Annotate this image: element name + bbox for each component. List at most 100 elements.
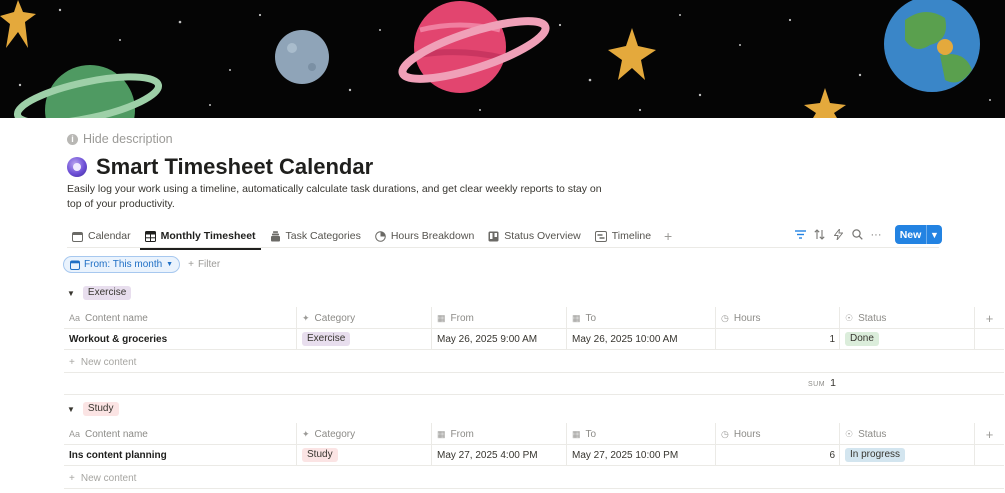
date-icon: ▦ xyxy=(437,428,446,439)
tab-task-categories[interactable]: Task Categories xyxy=(265,225,366,247)
add-property-icon[interactable]: + xyxy=(975,423,1004,445)
group-header-exercise[interactable]: ▼ Exercise xyxy=(67,286,132,300)
new-row-label: New content xyxy=(80,356,137,368)
hide-description-toggle[interactable]: i Hide description xyxy=(67,132,173,146)
column-header-hours[interactable]: ◷ Hours xyxy=(716,423,840,445)
date-icon: ▦ xyxy=(437,312,446,323)
more-options-icon[interactable]: ··· xyxy=(870,229,882,241)
column-header-to[interactable]: ▦ To xyxy=(567,307,716,329)
column-header-name[interactable]: Aa Content name xyxy=(64,307,297,329)
view-tabs: Calendar Monthly Timesheet Task Categori… xyxy=(67,225,676,250)
caret-down-icon[interactable]: ▼ xyxy=(67,405,75,414)
column-label: Hours xyxy=(733,312,761,324)
sum-divider xyxy=(64,394,1004,395)
table-row[interactable]: Ins content planning Study May 27, 2025 … xyxy=(64,444,1004,466)
filter-chip-from[interactable]: From: This month ▼ xyxy=(63,256,181,273)
new-row-content: + New content xyxy=(64,351,297,373)
cell-to[interactable]: May 26, 2025 10:00 AM xyxy=(567,328,716,350)
plus-icon: + xyxy=(188,259,194,270)
page-title[interactable]: Smart Timesheet Calendar xyxy=(96,154,373,180)
table-row[interactable]: Workout & groceries Exercise May 26, 202… xyxy=(64,328,1004,350)
tab-status-overview[interactable]: Status Overview xyxy=(483,225,585,247)
tab-hours-breakdown[interactable]: Hours Breakdown xyxy=(370,225,479,247)
relation-icon: ✦ xyxy=(302,428,310,439)
tab-calendar[interactable]: Calendar xyxy=(67,225,136,247)
table-icon xyxy=(144,230,156,242)
add-property-icon[interactable]: + xyxy=(975,307,1004,329)
search-icon[interactable] xyxy=(851,229,863,241)
tab-monthly-timesheet[interactable]: Monthly Timesheet xyxy=(139,225,261,250)
status-icon: ☉ xyxy=(845,428,854,439)
chart-icon xyxy=(375,230,386,242)
page-description[interactable]: Easily log your work using a timeline, a… xyxy=(67,182,607,212)
cell-from[interactable]: May 26, 2025 9:00 AM xyxy=(432,328,567,350)
column-label: Status xyxy=(858,428,887,440)
column-header-hours[interactable]: ◷ Hours xyxy=(716,307,840,329)
plus-icon: + xyxy=(69,356,75,368)
new-button[interactable]: New ▼ xyxy=(895,225,942,244)
column-header-to[interactable]: ▦ To xyxy=(567,423,716,445)
cell-hours[interactable]: 6 xyxy=(716,444,840,466)
page-icon[interactable] xyxy=(67,157,87,177)
column-header-from[interactable]: ▦ From xyxy=(432,423,567,445)
cell-status[interactable]: Done xyxy=(840,328,975,350)
status-icon: ☉ xyxy=(845,312,854,323)
column-header-category[interactable]: ✦ Category xyxy=(297,423,432,445)
calendar-icon xyxy=(72,231,83,242)
text-type-icon: Aa xyxy=(69,429,81,439)
tab-label: Monthly Timesheet xyxy=(160,230,256,242)
filter-icon[interactable] xyxy=(794,229,806,241)
tab-timeline[interactable]: Timeline xyxy=(590,225,656,247)
automation-icon[interactable] xyxy=(832,229,844,241)
cell-category[interactable]: Exercise xyxy=(297,328,432,350)
cell-name[interactable]: Ins content planning xyxy=(64,444,297,466)
chevron-down-icon[interactable]: ▼ xyxy=(927,230,942,240)
cover-image xyxy=(0,0,1005,118)
filter-chip-label: From: This month xyxy=(84,259,163,270)
tabs-divider xyxy=(67,247,939,248)
tab-label: Task Categories xyxy=(285,230,361,242)
hours-sum[interactable]: SUM 1 xyxy=(808,377,836,389)
group-header-study[interactable]: ▼ Study xyxy=(67,402,119,416)
date-icon: ▦ xyxy=(572,312,581,323)
sum-value: 1 xyxy=(830,377,836,389)
add-view-icon[interactable]: + xyxy=(660,228,676,244)
table-header: Aa Content name ✦ Category ▦ From ▦ To ◷ Hour… xyxy=(64,423,1004,445)
space-illustration xyxy=(0,0,991,118)
new-row-label: New content xyxy=(80,472,137,484)
stack-icon xyxy=(270,230,280,241)
new-row-content: + New content xyxy=(64,467,297,489)
database-toolbar: ··· New ▼ xyxy=(794,225,942,244)
status-badge: In progress xyxy=(845,448,906,462)
info-icon: i xyxy=(67,133,78,145)
group-tag: Study xyxy=(82,402,119,416)
cell-status[interactable]: In progress xyxy=(840,444,975,466)
caret-down-icon[interactable]: ▼ xyxy=(67,289,75,298)
column-label: From xyxy=(450,428,474,440)
column-label: Status xyxy=(858,312,887,324)
category-tag: Exercise xyxy=(302,332,351,346)
status-badge: Done xyxy=(845,332,879,346)
column-header-from[interactable]: ▦ From xyxy=(432,307,567,329)
column-header-category[interactable]: ✦ Category xyxy=(297,307,432,329)
row-spacer xyxy=(975,444,1004,466)
chevron-down-icon: ▼ xyxy=(166,261,174,268)
category-tag: Study xyxy=(302,448,338,462)
add-filter-button[interactable]: + Filter xyxy=(188,259,220,270)
cell-to[interactable]: May 27, 2025 10:00 PM xyxy=(567,444,716,466)
sort-icon[interactable] xyxy=(813,229,825,241)
plus-icon: + xyxy=(69,472,75,484)
cell-from[interactable]: May 27, 2025 4:00 PM xyxy=(432,444,567,466)
cell-category[interactable]: Study xyxy=(297,444,432,466)
cell-name[interactable]: Workout & groceries xyxy=(64,328,297,350)
column-header-name[interactable]: Aa Content name xyxy=(64,423,297,445)
column-label: To xyxy=(585,428,597,440)
table-header: Aa Content name ✦ Category ▦ From ▦ To ◷ Hour… xyxy=(64,307,1004,329)
timeline-icon xyxy=(594,230,607,242)
new-row-button[interactable]: + New content xyxy=(64,351,1004,373)
column-header-status[interactable]: ☉ Status xyxy=(840,423,975,445)
column-header-status[interactable]: ☉ Status xyxy=(840,307,975,329)
new-row-button[interactable]: + New content xyxy=(64,467,1004,489)
clock-icon: ◷ xyxy=(721,428,729,439)
cell-hours[interactable]: 1 xyxy=(716,328,840,350)
